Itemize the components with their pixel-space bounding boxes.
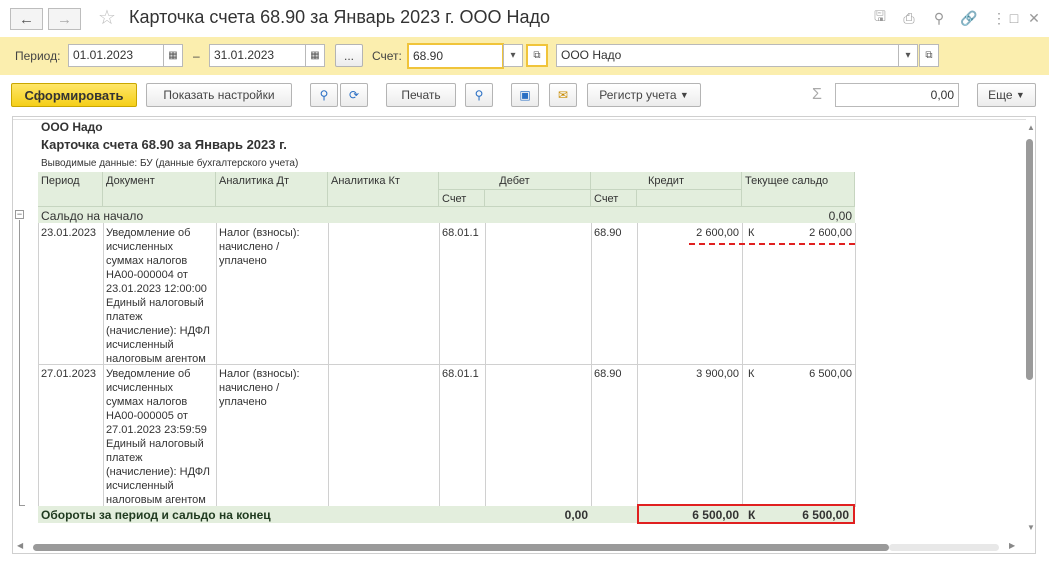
refresh-search-icon[interactable]: ⟳ bbox=[340, 83, 368, 107]
tree-line bbox=[19, 220, 20, 506]
report-subtitle: Выводимые данные: БУ (данные бухгалтерск… bbox=[41, 158, 299, 169]
envelope-icon[interactable]: ✉ bbox=[549, 83, 577, 107]
row1-period: 23.01.2023 bbox=[41, 227, 97, 239]
dropdown-icon[interactable]: ▾ bbox=[898, 44, 918, 67]
print-preview-icon[interactable]: ⚲ bbox=[465, 83, 493, 107]
save-disk-icon[interactable]: ▣ bbox=[511, 83, 539, 107]
scroll-right-icon[interactable]: ▶ bbox=[1009, 541, 1015, 550]
row1-debit-account: 68.01.1 bbox=[442, 227, 479, 239]
open-icon[interactable]: ⧉ bbox=[526, 44, 548, 67]
col-credit-amount-header bbox=[637, 190, 742, 207]
totals-label: Обороты за период и сальдо на конец bbox=[41, 508, 271, 522]
sum-field[interactable]: 0,00 bbox=[835, 83, 959, 107]
col-debit-amount-header bbox=[485, 190, 591, 207]
title-bar: ← → ☆ Карточка счета 68.90 за Январь 202… bbox=[0, 0, 1049, 37]
sum-icon: Σ bbox=[812, 86, 822, 103]
totals-credit: 6 500,00 bbox=[692, 508, 739, 522]
dropdown-icon[interactable]: ▾ bbox=[503, 44, 523, 67]
back-arrow-icon[interactable]: ← bbox=[10, 8, 43, 30]
window-title: Карточка счета 68.90 за Январь 2023 г. О… bbox=[129, 7, 551, 27]
col-analytics-dt-header: Аналитика Дт bbox=[216, 172, 328, 207]
preview-icon[interactable]: ⚲ bbox=[930, 9, 948, 27]
row2-analytics-dt: Налог (взносы): начислено / уплачено bbox=[219, 368, 300, 408]
period-dash: – bbox=[193, 49, 200, 63]
row1-credit-amount: 2 600,00 bbox=[696, 227, 739, 239]
col-credit-account-header: Счет bbox=[591, 190, 637, 207]
opening-balance-value: 0,00 bbox=[828, 209, 852, 223]
calendar-icon[interactable]: ▦ bbox=[163, 44, 183, 67]
report-org: ООО Надо bbox=[41, 120, 103, 134]
report-top-rule bbox=[13, 119, 1035, 120]
row2-credit-amount: 3 900,00 bbox=[696, 368, 739, 380]
row1-document[interactable]: Уведомление об исчисленных суммах налого… bbox=[103, 224, 216, 368]
row2-balance: 6 500,00 bbox=[809, 368, 852, 380]
toolbar: Сформировать Показать настройки ⚲ ⟳ Печа… bbox=[0, 75, 1049, 115]
show-settings-button[interactable]: Показать настройки bbox=[146, 83, 292, 107]
open-icon[interactable]: ⧉ bbox=[919, 44, 939, 67]
account-label: Счет: bbox=[372, 49, 402, 63]
period-more-button[interactable]: ... bbox=[335, 44, 363, 67]
organization-field[interactable]: ООО Надо bbox=[556, 44, 899, 67]
col-period-header: Период bbox=[38, 172, 103, 207]
scroll-left-icon[interactable]: ◀ bbox=[17, 541, 23, 550]
scroll-down-icon[interactable]: ▼ bbox=[1027, 523, 1035, 532]
scroll-up-icon[interactable]: ▲ bbox=[1027, 123, 1035, 132]
account-field[interactable]: 68.90 bbox=[407, 43, 504, 69]
col-debit-account-header: Счет bbox=[439, 190, 485, 207]
col-analytics-kt-header: Аналитика Кт bbox=[328, 172, 439, 207]
print-button[interactable]: Печать bbox=[386, 83, 456, 107]
star-icon[interactable]: ☆ bbox=[96, 6, 118, 29]
more-label: Еще bbox=[988, 88, 1013, 102]
vertical-scroll-thumb[interactable] bbox=[1026, 139, 1033, 380]
opening-balance-label: Сальдо на начало bbox=[41, 209, 144, 223]
report-area[interactable]: ООО Надо Карточка счета 68.90 за Январь … bbox=[12, 116, 1036, 554]
chevron-down-icon: ▼ bbox=[1015, 90, 1025, 100]
period-label: Период: bbox=[15, 49, 61, 63]
totals-balance: 6 500,00 bbox=[802, 508, 849, 522]
search-icon[interactable]: ⚲ bbox=[310, 83, 338, 107]
col-debit-header: Дебет bbox=[439, 172, 591, 190]
chevron-down-icon: ▼ bbox=[679, 90, 689, 100]
date-to-field[interactable]: 31.01.2023 bbox=[209, 44, 306, 67]
filter-bar: Период: 01.01.2023 ▦ – 31.01.2023 ▦ ... … bbox=[0, 37, 1049, 75]
save-icon[interactable]: 🖫 bbox=[871, 8, 889, 27]
print-icon[interactable]: ⎙ bbox=[900, 9, 918, 27]
row1-balance: 2 600,00 bbox=[809, 227, 852, 239]
highlight-underline bbox=[689, 243, 855, 245]
calendar-icon[interactable]: ▦ bbox=[305, 44, 325, 67]
collapse-icon[interactable]: − bbox=[15, 210, 24, 219]
row2-document[interactable]: Уведомление об исчисленных суммах налого… bbox=[103, 365, 216, 509]
register-dropdown-button[interactable]: Регистр учета ▼ bbox=[587, 83, 701, 107]
row2-debit-account: 68.01.1 bbox=[442, 368, 479, 380]
grid-line bbox=[328, 223, 329, 507]
register-label: Регистр учета bbox=[599, 88, 677, 102]
horizontal-scroll-thumb[interactable] bbox=[33, 544, 889, 551]
more-button[interactable]: Еще ▼ bbox=[977, 83, 1036, 107]
row1-credit-account: 68.90 bbox=[594, 227, 622, 239]
close-icon[interactable]: ✕ bbox=[1025, 9, 1043, 27]
link-icon[interactable]: 🔗 bbox=[960, 9, 978, 27]
row2-period: 27.01.2023 bbox=[41, 368, 97, 380]
report-title: Карточка счета 68.90 за Январь 2023 г. bbox=[41, 137, 287, 152]
grid-line bbox=[855, 223, 856, 507]
col-document-header: Документ bbox=[103, 172, 216, 207]
row1-analytics-dt: Налог (взносы): начислено / уплачено bbox=[219, 227, 300, 267]
col-balance-header: Текущее сальдо bbox=[742, 172, 855, 207]
grid-line bbox=[485, 223, 486, 507]
opening-balance-row bbox=[38, 207, 855, 223]
totals-debit: 0,00 bbox=[564, 508, 588, 522]
row2-credit-account: 68.90 bbox=[594, 368, 622, 380]
horizontal-scroll-track[interactable] bbox=[889, 544, 999, 551]
col-credit-header: Кредит bbox=[591, 172, 742, 190]
generate-button[interactable]: Сформировать bbox=[11, 83, 137, 107]
maximize-icon[interactable]: □ bbox=[1005, 9, 1023, 27]
forward-arrow-icon[interactable]: → bbox=[48, 8, 81, 30]
tree-line-end bbox=[19, 505, 25, 506]
date-from-field[interactable]: 01.01.2023 bbox=[68, 44, 164, 67]
